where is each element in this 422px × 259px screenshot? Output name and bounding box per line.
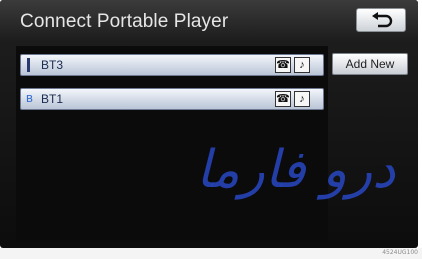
title-bar: Connect Portable Player [0,0,418,42]
figure-code: 4524UG100 [382,249,418,256]
add-new-button[interactable]: Add New [332,53,408,75]
audio-icon: ♪ [294,91,310,107]
phone-icon: ☎ [275,57,291,73]
page-title: Connect Portable Player [20,11,229,32]
watermark: درو فارما [196,140,396,200]
phone-icon: ☎ [275,91,291,107]
audio-icon: ♪ [294,57,310,73]
return-arrow-icon [372,12,393,28]
device-row-bt1[interactable]: ʙ BT1 ☎ ♪ [20,88,324,110]
device-name: BT1 [41,92,64,106]
back-button[interactable] [356,8,406,32]
bluetooth-icon: ʙ [26,90,33,105]
selected-marker [27,58,30,72]
player-screen: Connect Portable Player BT3 ☎ ♪ ʙ BT1 ☎ … [0,0,418,248]
footer-strip [0,248,422,259]
device-name: BT3 [41,58,64,72]
device-row-bt3[interactable]: BT3 ☎ ♪ [20,54,324,76]
